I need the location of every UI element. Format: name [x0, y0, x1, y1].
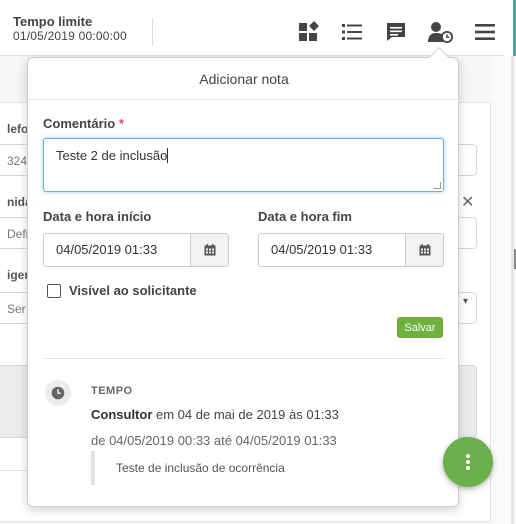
bg-origin-value: Ser	[7, 302, 26, 316]
end-datetime-label: Data e hora fim	[258, 209, 352, 224]
deadline-info: Tempo limite 01/05/2019 00:00:00	[13, 14, 127, 43]
timeline-entry-author: Consultor	[91, 407, 153, 422]
bg-unit-value: Defi	[7, 227, 29, 241]
calendar-icon[interactable]	[405, 234, 443, 266]
comment-text: Teste 2 de inclusão	[56, 148, 168, 163]
bg-field-label-phone: lefo	[7, 122, 29, 136]
timeline-entry-date: em 04 de mai de 2019 às 01:33	[156, 407, 339, 422]
start-datetime-label: Data e hora início	[43, 209, 152, 224]
window-edge	[504, 0, 516, 56]
calendar-icon[interactable]	[190, 234, 228, 266]
comment-label-text: Comentário	[43, 116, 116, 131]
visible-to-requester-checkbox[interactable]	[47, 283, 61, 298]
user-clock-icon[interactable]	[427, 20, 454, 44]
vertical-dots-icon	[466, 454, 470, 470]
visible-to-requester-label[interactable]: Visível ao solicitante	[69, 283, 197, 298]
dashboard-icon[interactable]	[297, 20, 321, 44]
bg-description-field[interactable]	[0, 365, 30, 438]
bg-divider	[0, 470, 30, 471]
more-actions-button[interactable]	[443, 437, 493, 487]
comment-icon[interactable]	[384, 20, 408, 44]
timeline-entry-range: de 04/05/2019 00:33 até 04/05/2019 01:33	[91, 433, 337, 448]
chevron-down-icon[interactable]: ▾	[463, 296, 468, 307]
save-button[interactable]: Salvar	[397, 317, 443, 338]
list-icon[interactable]	[340, 20, 364, 44]
end-datetime-value[interactable]: 04/05/2019 01:33	[259, 234, 405, 266]
deadline-label: Tempo limite	[13, 14, 93, 29]
timeline-entry-note: Teste de inclusão de ocorrência	[91, 451, 351, 485]
required-mark: *	[118, 116, 124, 131]
close-icon[interactable]: ✕	[461, 192, 474, 212]
deadline-value: 01/05/2019 00:00:00	[13, 29, 127, 43]
popover-divider	[43, 358, 444, 359]
comment-label: Comentário *	[43, 116, 124, 131]
comment-textarea[interactable]: Teste 2 de inclusão	[43, 138, 444, 192]
scrollbar-track[interactable]	[511, 56, 514, 524]
timeline-entry-type: TEMPO	[91, 385, 133, 397]
header-divider	[152, 18, 153, 46]
start-datetime-value[interactable]: 04/05/2019 01:33	[44, 234, 190, 266]
text-cursor	[167, 148, 169, 163]
visible-to-requester-row[interactable]: Visível ao solicitante	[47, 283, 197, 298]
scroll-gutter	[491, 56, 516, 524]
popover-title: Adicionar nota	[28, 58, 460, 100]
menu-icon[interactable]	[473, 20, 497, 44]
start-datetime-input[interactable]: 04/05/2019 01:33	[43, 233, 229, 267]
timeline-entry-meta: Consultor em 04 de mai de 2019 às 01:33	[91, 407, 339, 422]
end-datetime-input[interactable]: 04/05/2019 01:33	[258, 233, 444, 267]
resize-handle-icon[interactable]	[434, 182, 441, 189]
clock-icon	[45, 380, 71, 406]
bg-phone-value: 324	[7, 154, 28, 168]
add-note-popover: Adicionar nota Comentário * Teste 2 de i…	[27, 47, 460, 507]
